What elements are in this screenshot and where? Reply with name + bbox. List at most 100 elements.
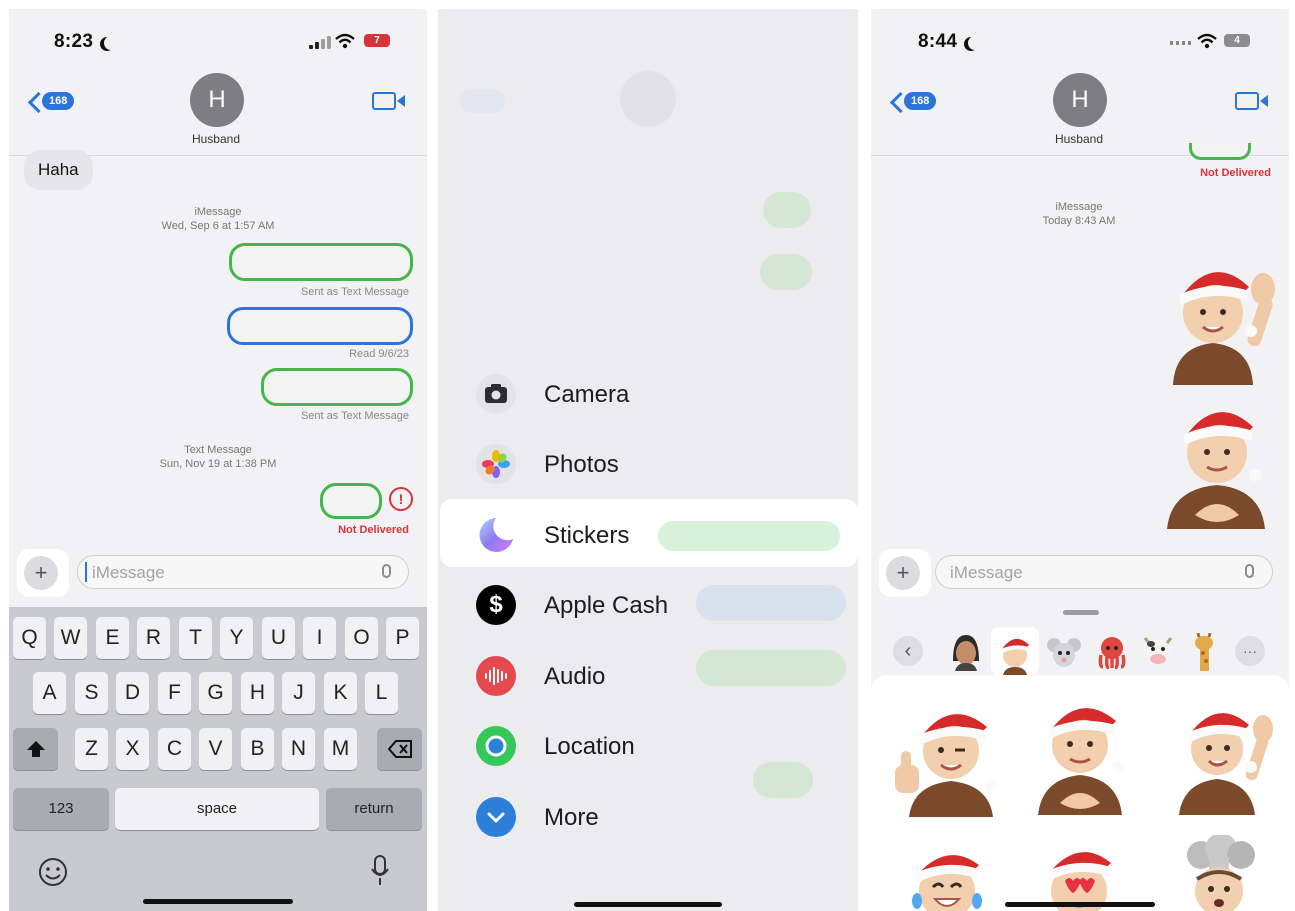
tray-back-button[interactable]: ‹ [893, 636, 923, 666]
key-g[interactable]: G [199, 672, 232, 714]
key-w[interactable]: W [54, 617, 87, 659]
key-z[interactable]: Z [75, 728, 108, 770]
emoji-icon[interactable] [38, 857, 68, 887]
key-n[interactable]: N [282, 728, 315, 770]
key-r[interactable]: R [137, 617, 170, 659]
no-signal-icon [1170, 41, 1192, 45]
audio-icon [476, 656, 516, 696]
dictation-mic-icon[interactable] [382, 564, 391, 578]
mouse-memoji-icon[interactable] [1047, 635, 1081, 669]
menu-item-location[interactable]: Location [476, 726, 856, 766]
keyboard-mic-icon[interactable] [370, 855, 390, 887]
contact-name[interactable]: Husband [156, 132, 276, 146]
facetime-video-icon[interactable] [372, 92, 405, 110]
menu-item-apple-cash[interactable]: $ Apple Cash [476, 585, 856, 625]
drawer-grabber[interactable] [1063, 610, 1099, 615]
moon-icon [104, 36, 118, 50]
back-unread-badge[interactable]: 168 [42, 92, 75, 110]
key-j[interactable]: J [282, 672, 315, 714]
key-i[interactable]: I [303, 617, 336, 659]
menu-item-label: Camera [544, 381, 630, 408]
delivery-note: Sent as Text Message [300, 410, 409, 422]
undelivered-sms-bubble[interactable] [1189, 143, 1251, 160]
dictation-mic-icon[interactable] [1245, 564, 1254, 578]
keyboard: Q W E R T Y U I O P A S D F G H J K L Z … [9, 607, 427, 911]
menu-item-stickers[interactable]: Stickers [476, 515, 856, 555]
stickers-icon [476, 515, 516, 555]
key-a[interactable]: A [33, 672, 66, 714]
sticker-heart-eyes[interactable] [1031, 841, 1127, 911]
home-indicator [574, 902, 722, 907]
santa-memoji-icon [1001, 638, 1029, 675]
key-e[interactable]: E [96, 617, 129, 659]
key-u[interactable]: U [262, 617, 295, 659]
contact-name[interactable]: Husband [1019, 132, 1139, 146]
delete-key[interactable] [377, 728, 422, 770]
plus-apps-button[interactable]: + [24, 556, 58, 590]
menu-item-audio[interactable]: Audio [476, 656, 856, 696]
key-v[interactable]: V [199, 728, 232, 770]
numbers-key[interactable]: 123 [13, 788, 109, 830]
blurred-bubble [760, 254, 812, 290]
status-time: 8:44 [918, 31, 958, 52]
selected-sticker-pack-tab[interactable] [991, 627, 1039, 675]
menu-item-label: Apple Cash [544, 592, 669, 619]
sticker-drawer [871, 675, 1289, 911]
key-c[interactable]: C [158, 728, 191, 770]
key-f[interactable]: F [158, 672, 191, 714]
more-icon [476, 797, 516, 837]
undelivered-sms-bubble[interactable] [320, 483, 382, 519]
sent-imessage-bubble[interactable] [227, 307, 413, 345]
cellular-signal-icon [309, 35, 333, 49]
key-x[interactable]: X [116, 728, 149, 770]
space-key[interactable]: space [115, 788, 319, 830]
contact-avatar[interactable]: H [1053, 73, 1107, 127]
sticker-laughing-tears[interactable] [901, 845, 991, 911]
shift-arrow-icon [26, 741, 45, 757]
return-key[interactable]: return [326, 788, 422, 830]
conversation-timestamp: Wed, Sep 6 at 1:57 AM [161, 220, 275, 232]
key-s[interactable]: S [75, 672, 108, 714]
sent-memoji-sticker-heart-hands[interactable] [1155, 397, 1279, 529]
key-p[interactable]: P [386, 617, 419, 659]
menu-item-more[interactable]: More [476, 797, 856, 837]
sticker-thumbs-up[interactable] [889, 705, 1001, 817]
giraffe-memoji-icon[interactable] [1189, 633, 1219, 671]
shift-key[interactable] [13, 728, 58, 770]
octopus-memoji-icon[interactable] [1095, 635, 1129, 669]
plus-apps-button[interactable]: + [886, 556, 920, 590]
contact-avatar[interactable]: H [190, 73, 244, 127]
key-t[interactable]: T [179, 617, 212, 659]
received-message-bubble[interactable]: Haha [24, 150, 93, 190]
sticker-heart-hands[interactable] [1024, 699, 1136, 815]
menu-item-photos[interactable]: Photos [476, 444, 856, 484]
sticker-mind-blown[interactable] [1171, 835, 1267, 911]
sent-sms-bubble[interactable] [229, 243, 413, 281]
cow-memoji-icon[interactable] [1141, 635, 1175, 669]
tray-more-button[interactable]: ··· [1235, 636, 1265, 666]
sent-sms-bubble[interactable] [261, 368, 413, 406]
key-h[interactable]: H [241, 672, 274, 714]
key-b[interactable]: B [241, 728, 274, 770]
menu-item-camera[interactable]: Camera [476, 374, 856, 414]
back-unread-badge[interactable]: 168 [904, 92, 937, 110]
key-d[interactable]: D [116, 672, 149, 714]
message-input[interactable]: iMessage [935, 555, 1273, 589]
key-y[interactable]: Y [220, 617, 253, 659]
key-k[interactable]: K [324, 672, 357, 714]
battery-icon: 4 [1224, 34, 1250, 47]
conversation-service-label: iMessage [1055, 201, 1103, 213]
blurred-avatar [620, 71, 676, 127]
facetime-video-icon[interactable] [1235, 92, 1268, 110]
error-alert-icon[interactable]: ! [389, 487, 413, 511]
key-q[interactable]: Q [13, 617, 46, 659]
key-m[interactable]: M [324, 728, 357, 770]
message-input[interactable]: iMessage [77, 555, 409, 589]
key-l[interactable]: L [365, 672, 398, 714]
sent-memoji-sticker-waving[interactable] [1155, 257, 1279, 389]
text-cursor [85, 562, 87, 582]
sticker-waving[interactable] [1169, 703, 1279, 815]
memoji-avatar-icon[interactable] [949, 631, 983, 671]
home-indicator [1005, 902, 1155, 907]
key-o[interactable]: O [345, 617, 378, 659]
